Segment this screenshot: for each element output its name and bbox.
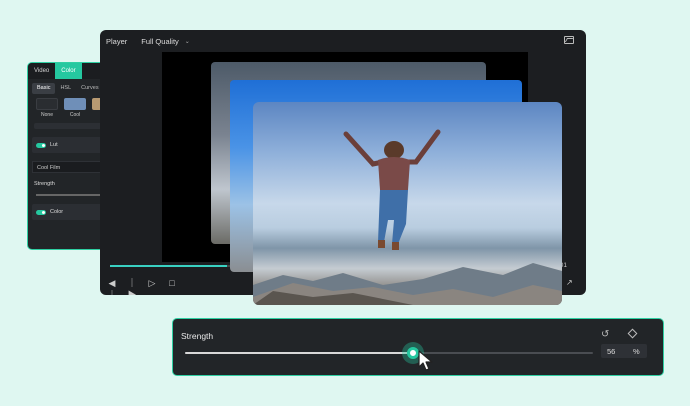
strength-slider-fill xyxy=(185,352,414,354)
stop-icon[interactable]: □ xyxy=(166,277,178,289)
preset-label: Cool xyxy=(69,112,81,118)
player-title: Player xyxy=(106,36,128,46)
keyframe-icon[interactable] xyxy=(627,328,638,339)
player-header: Player Full Quality ⌄ xyxy=(100,30,586,52)
strength-value: 56 xyxy=(607,346,616,356)
snapshot-icon[interactable] xyxy=(564,36,574,44)
quality-value: Full Quality xyxy=(141,36,179,46)
preset-none[interactable]: None xyxy=(36,98,58,118)
mouse-pointer-icon xyxy=(418,350,433,371)
tab-video[interactable]: Video xyxy=(28,63,55,79)
progress-fill xyxy=(110,265,227,267)
reset-icon[interactable]: ↺ xyxy=(601,329,609,340)
fullscreen-icon[interactable]: ↗ xyxy=(566,278,573,287)
color-toggle[interactable] xyxy=(36,209,46,215)
playback-controls: ◀｜ ｜▶ ▷ □ xyxy=(106,277,178,295)
quality-dropdown[interactable]: Full Quality ⌄ xyxy=(141,37,190,46)
preset-swatch xyxy=(36,98,58,110)
next-frame-icon[interactable]: ｜▶ xyxy=(126,277,138,295)
strength-value-input[interactable]: 56 % xyxy=(601,344,647,358)
jumping-person-graphic xyxy=(343,129,441,250)
preview-image-front xyxy=(253,102,562,305)
lut-toggle[interactable] xyxy=(36,142,46,148)
percent-unit: % xyxy=(633,346,640,356)
preset-cool[interactable]: Cool xyxy=(64,98,86,118)
color-label: Color xyxy=(50,209,64,215)
strength-slider[interactable] xyxy=(185,352,593,354)
subtab-basic[interactable]: Basic xyxy=(32,82,56,94)
play-icon[interactable]: ▷ xyxy=(146,277,158,289)
subtab-hsl[interactable]: HSL xyxy=(55,83,76,94)
strength-label: Strength xyxy=(181,331,214,341)
lut-label: Lut xyxy=(50,142,58,148)
preset-label: None xyxy=(41,112,53,118)
chevron-down-icon: ⌄ xyxy=(184,38,190,45)
tab-color[interactable]: Color xyxy=(55,63,82,79)
prev-frame-icon[interactable]: ◀｜ xyxy=(106,277,118,295)
preset-swatch xyxy=(64,98,86,110)
